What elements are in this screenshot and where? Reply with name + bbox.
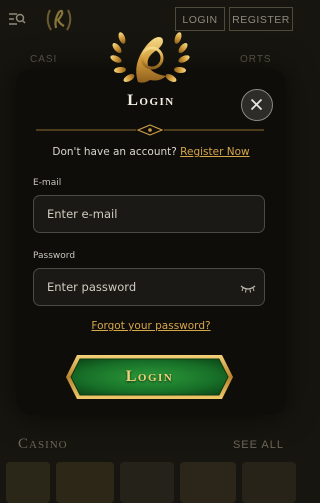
password-field[interactable] [33, 268, 265, 306]
nav-item-casino[interactable]: CASI [30, 54, 57, 65]
game-thumbnail[interactable] [180, 462, 236, 503]
no-account-text: Don't have an account? [52, 146, 177, 158]
divider-ornament [36, 124, 264, 136]
register-now-link[interactable]: Register Now [180, 146, 249, 158]
forgot-password-link[interactable]: Forgot your password? [16, 320, 286, 332]
signup-prompt: Don't have an account? Register Now [16, 146, 286, 158]
game-thumbnail[interactable] [120, 462, 174, 503]
see-all-link[interactable]: SEE ALL [233, 439, 284, 451]
eye-closed-icon[interactable] [240, 283, 256, 293]
game-thumbnails [0, 462, 300, 503]
game-thumbnail[interactable] [242, 462, 296, 503]
email-field[interactable] [33, 195, 265, 233]
menu-search-icon[interactable] [8, 10, 26, 28]
close-icon [250, 98, 263, 111]
password-label: Password [33, 251, 76, 261]
email-label: E-mail [33, 178, 62, 188]
section-title: Casino [18, 436, 68, 452]
nav-item-sports[interactable]: ORTS [240, 54, 272, 65]
login-submit-button[interactable]: Login [65, 354, 234, 400]
close-button[interactable] [241, 89, 273, 121]
login-button-label: Login [125, 368, 174, 385]
game-thumbnail[interactable] [56, 462, 114, 503]
casino-section-header: Casino SEE ALL [0, 430, 300, 460]
laurel-crest-icon [110, 32, 190, 83]
game-thumbnail[interactable] [6, 462, 50, 503]
header-register-button[interactable]: REGISTER [229, 7, 293, 31]
laurel-logo-icon[interactable] [44, 6, 74, 34]
